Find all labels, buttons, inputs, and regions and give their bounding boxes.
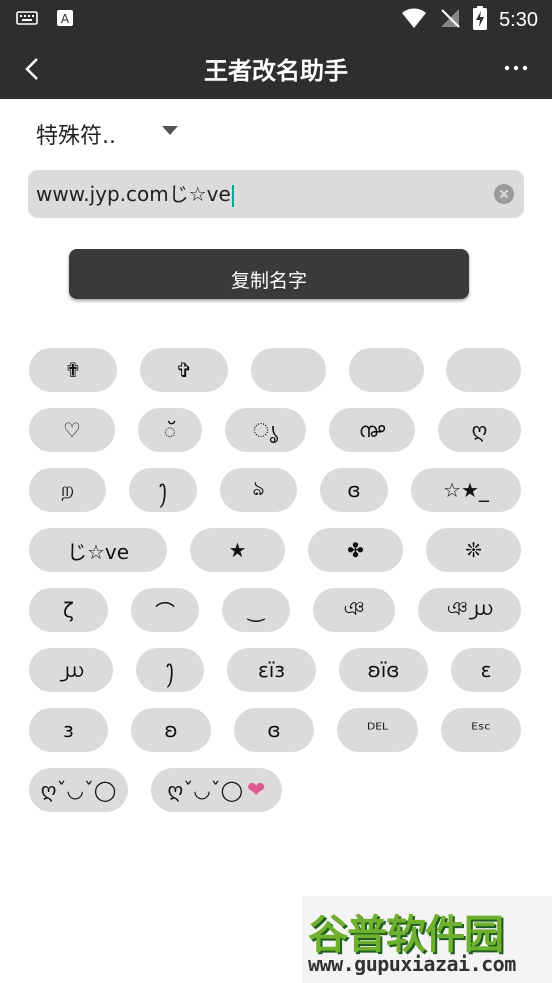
symbol-chip[interactable]: ॅ [138, 408, 202, 452]
symbol-chip[interactable]: ✤ [308, 528, 403, 572]
more-button[interactable] [502, 58, 532, 78]
symbol-chip[interactable]: ঞ൰ [418, 588, 521, 632]
symbol-chip[interactable]: ‿ [222, 588, 290, 632]
name-input-value: www.jyp.comじ☆ve [36, 178, 234, 207]
symbol-chip[interactable]: ꫂ [136, 648, 204, 692]
symbol-chip[interactable]: ൰ [29, 648, 113, 692]
symbol-chip[interactable]: ൲ [329, 408, 415, 452]
text-caret [231, 184, 234, 207]
app-bar: 王者改名助手 [0, 38, 552, 99]
symbol-chip[interactable]: ❊ [426, 528, 521, 572]
status-bar: A 5:30 [0, 0, 552, 38]
symbol-chip[interactable]: ɞ [234, 708, 314, 752]
symbol-chip[interactable]: じ☆ve [29, 528, 167, 572]
symbol-chip[interactable]: ✟ [29, 348, 117, 392]
more-dots-icon [502, 63, 532, 82]
dropdown-selected-value: 特殊符.. [36, 124, 116, 149]
keyboard-icon [16, 10, 38, 30]
symbol-chip[interactable]: з [29, 708, 108, 752]
symbol-chip[interactable]: ☆★_ [411, 468, 521, 512]
symbol-chip[interactable]: ɞ [320, 468, 388, 512]
heart-icon: ❤ [247, 777, 266, 803]
no-signal-icon [439, 7, 461, 33]
symbol-chip[interactable]: ɛ [451, 648, 521, 692]
watermark-url: www.gupuxiazai.com [308, 952, 516, 976]
copy-name-label: 复制名字 [230, 270, 307, 292]
symbol-chip[interactable] [349, 348, 424, 392]
symbol-chip[interactable]: ঞ [313, 588, 395, 632]
symbol-chip[interactable]: ♡ [29, 408, 115, 452]
copy-name-button[interactable]: 复制名字 [69, 249, 469, 299]
symbol-chip[interactable]: ʚ [131, 708, 211, 752]
symbol-chip[interactable]: ʚïɞ [339, 648, 428, 692]
symbol-chip[interactable] [251, 348, 326, 392]
symbol-chip[interactable]: ✞ [140, 348, 228, 392]
name-input[interactable]: www.jyp.comじ☆ve [28, 170, 524, 218]
symbol-chip-text: ღˇ◡ˇ◯ [167, 778, 244, 802]
symbol-chip[interactable]: ꫂ [129, 468, 197, 512]
wifi-icon [401, 7, 427, 33]
font-a-icon: A [56, 9, 74, 31]
symbol-chip[interactable]: εïз [227, 648, 316, 692]
symbol-chip[interactable]: ★ [190, 528, 285, 572]
battery-charging-icon [473, 6, 488, 34]
clear-input-icon[interactable] [494, 184, 514, 204]
symbol-chip[interactable] [446, 348, 521, 392]
symbol-chip[interactable]: ൃ [225, 408, 306, 452]
symbol-chip[interactable]: ღˇ◡ˇ◯ [29, 768, 128, 812]
symbol-chip[interactable]: ღ [438, 408, 521, 452]
symbol-category-dropdown[interactable]: 特殊符.. [36, 114, 186, 150]
symbol-chip[interactable]: ζ [29, 588, 108, 632]
symbol-chip[interactable]: ᴱˢᶜ [441, 708, 521, 752]
symbol-chip[interactable]: ᴰᴱᴸ [337, 708, 418, 752]
symbol-chip[interactable]: ⌒ [131, 588, 199, 632]
name-text: www.jyp.comじ☆ve [36, 182, 231, 206]
symbol-chip[interactable]: ற [29, 468, 106, 512]
symbol-chip[interactable]: ঌ [220, 468, 297, 512]
status-time: 5:30 [499, 8, 538, 31]
symbol-chip-heart[interactable]: ღˇ◡ˇ◯ ❤ [151, 768, 282, 812]
watermark-logo: 谷普软件园 www.gupuxiazai.com [302, 896, 552, 983]
svg-text:A: A [61, 12, 70, 26]
dropdown-arrow-icon [162, 126, 178, 135]
page-title: 王者改名助手 [204, 57, 348, 85]
